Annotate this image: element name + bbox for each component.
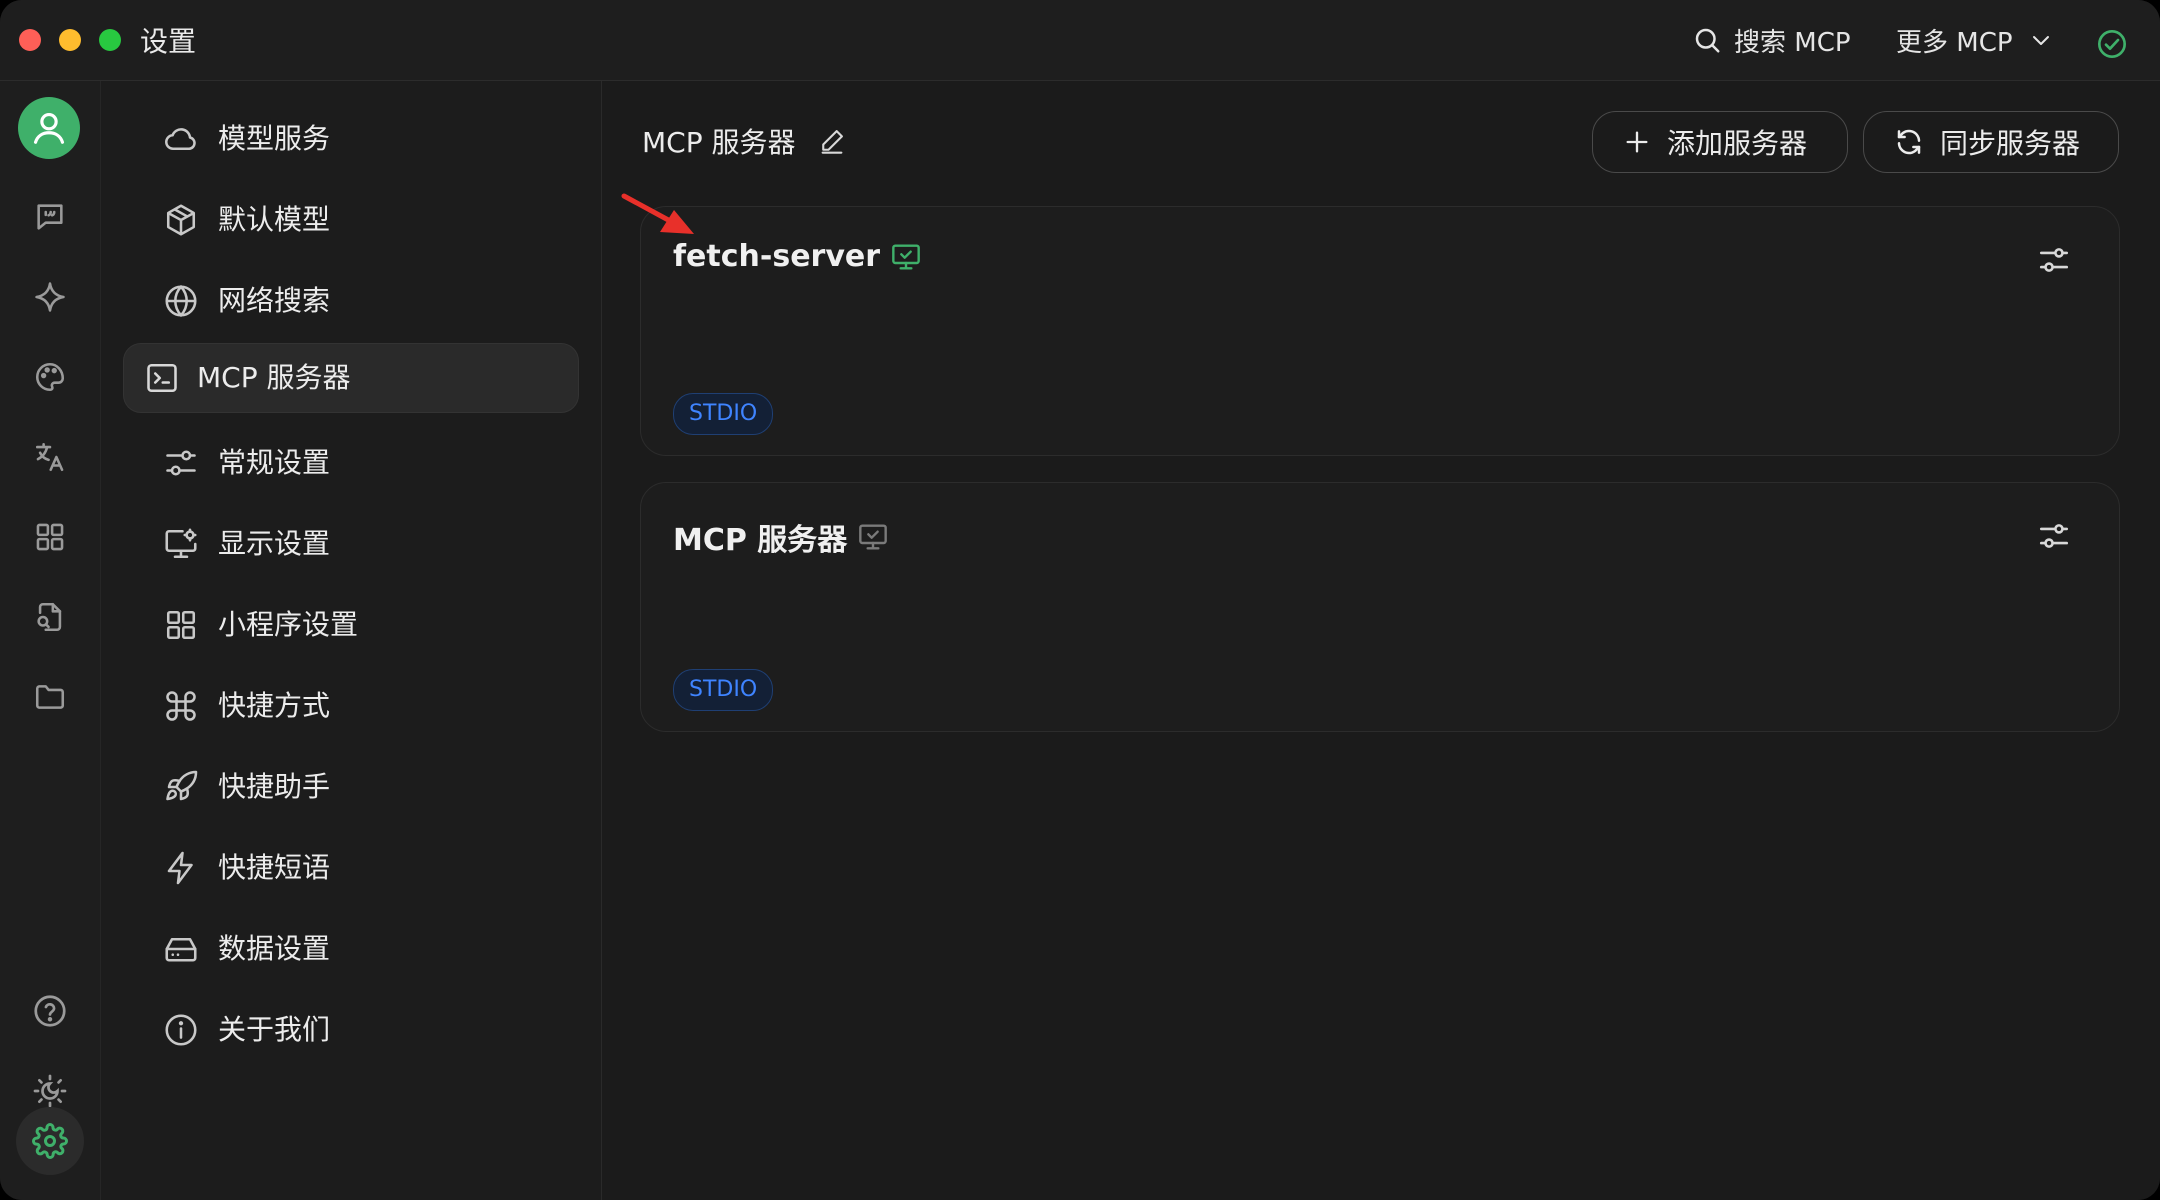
menu-item-default-model[interactable]: 默认模型 — [123, 186, 579, 254]
rail-help-button[interactable] — [20, 981, 80, 1041]
menu-item-data-settings[interactable]: 数据设置 — [123, 915, 579, 983]
rail-translate-button[interactable] — [20, 427, 80, 487]
refresh-icon — [1897, 129, 1921, 155]
menu-item-quick-assistant[interactable]: 快捷助手 — [123, 753, 579, 821]
server-card[interactable]: fetch-server STDIO — [640, 206, 2120, 456]
annotation-arrow-icon — [621, 193, 694, 234]
avatar[interactable] — [18, 97, 80, 159]
app-window: 设置 搜索 MCP 更多 MCP 模型服务 默认模型 网络搜索 MCP 服务器 … — [0, 0, 2160, 1200]
menu-item-general-settings[interactable]: 常规设置 — [123, 429, 579, 497]
menu-item-label: 模型服务 — [218, 122, 331, 155]
rail-chat-button[interactable] — [20, 187, 80, 247]
translate-icon — [35, 442, 64, 472]
menu-item-label: 快捷助手 — [218, 770, 331, 803]
icon-rail — [0, 81, 101, 1200]
menu-item-label: 关于我们 — [218, 1013, 331, 1046]
menu-item-label: 快捷短语 — [218, 851, 331, 884]
monitor-settings-icon — [165, 528, 197, 559]
zoom-window-button[interactable] — [99, 29, 121, 51]
chevron-down-icon — [2032, 36, 2049, 45]
menu-item-web-search[interactable]: 网络搜索 — [123, 267, 579, 335]
server-settings-icon[interactable] — [2037, 519, 2071, 553]
menu-item-miniapp-settings[interactable]: 小程序设置 — [123, 591, 579, 659]
search-mcp-label: 搜索 MCP — [1734, 27, 1851, 58]
user-icon — [33, 112, 65, 144]
rail-apps-button[interactable] — [20, 507, 80, 567]
help-icon — [34, 995, 66, 1027]
monitor-check-icon — [892, 243, 920, 270]
palette-icon — [35, 362, 65, 392]
menu-item-label: MCP 服务器 — [197, 361, 351, 394]
check-circle-icon — [2098, 30, 2126, 58]
menu-item-display-settings[interactable]: 显示设置 — [123, 510, 579, 578]
server-card[interactable]: MCP 服务器 STDIO — [640, 482, 2120, 732]
grid-icon — [166, 610, 196, 640]
menu-item-label: 常规设置 — [218, 446, 331, 479]
server-name-text: fetch-server — [673, 239, 881, 274]
file-search-icon — [37, 602, 62, 632]
rail-paint-button[interactable] — [20, 347, 80, 407]
info-icon — [165, 1014, 197, 1046]
sync-server-button[interactable]: 同步服务器 — [1863, 111, 2119, 173]
search-icon — [1695, 28, 1720, 53]
page-title: MCP 服务器 — [642, 121, 846, 161]
status-indicator[interactable] — [2096, 22, 2128, 66]
sliders-icon — [166, 450, 196, 476]
add-server-label: 添加服务器 — [1667, 127, 1808, 160]
search-mcp-button[interactable]: 搜索 MCP — [1692, 18, 1851, 62]
rocket-icon — [166, 770, 198, 801]
theme-icon — [33, 1074, 67, 1108]
close-window-button[interactable] — [19, 29, 41, 51]
cloud-icon — [165, 128, 196, 151]
window-title: 设置 — [140, 25, 197, 58]
rail-files-button[interactable] — [20, 667, 80, 727]
settings-icon — [32, 1123, 68, 1159]
sparkle-icon — [35, 282, 65, 312]
terminal-icon — [147, 363, 177, 393]
plus-icon — [1626, 131, 1648, 153]
menu-item-label: 数据设置 — [218, 932, 331, 965]
page-title-text: MCP 服务器 — [642, 126, 796, 159]
rail-knowledge-button[interactable] — [20, 587, 80, 647]
menu-item-quick-phrases[interactable]: 快捷短语 — [123, 834, 579, 902]
rail-agents-button[interactable] — [20, 267, 80, 327]
globe-icon — [165, 284, 197, 318]
zap-icon — [167, 851, 193, 885]
menu-item-label: 默认模型 — [218, 203, 331, 236]
edit-icon[interactable] — [818, 127, 846, 155]
monitor-check-icon — [859, 524, 888, 550]
menu-item-label: 网络搜索 — [218, 284, 331, 317]
menu-item-label: 快捷方式 — [218, 689, 331, 722]
menu-item-model-service[interactable]: 模型服务 — [123, 105, 579, 173]
minimize-window-button[interactable] — [59, 29, 81, 51]
cube-icon — [166, 204, 196, 236]
server-name: fetch-server — [673, 239, 922, 274]
folder-icon — [35, 685, 65, 709]
more-mcp-dropdown[interactable]: 更多 MCP — [1896, 18, 2053, 62]
server-name-text: MCP 服务器 — [673, 523, 848, 558]
menu-item-label: 小程序设置 — [218, 608, 359, 641]
server-name: MCP 服务器 — [673, 515, 889, 559]
more-mcp-label: 更多 MCP — [1896, 27, 2013, 58]
settings-menu: 模型服务 默认模型 网络搜索 MCP 服务器 常规设置 显示设置 小程序设置 快… — [101, 81, 602, 1200]
transport-badge: STDIO — [673, 669, 774, 711]
add-server-button[interactable]: 添加服务器 — [1592, 111, 1848, 173]
menu-item-shortcuts[interactable]: 快捷方式 — [123, 672, 579, 740]
menu-item-about[interactable]: 关于我们 — [123, 996, 579, 1064]
rail-settings-button[interactable] — [16, 1107, 84, 1175]
transport-badge: STDIO — [673, 393, 774, 435]
server-settings-icon[interactable] — [2037, 243, 2071, 277]
title-bar: 设置 搜索 MCP 更多 MCP — [0, 0, 2160, 81]
chat-icon — [37, 204, 63, 230]
menu-item-mcp-servers[interactable]: MCP 服务器 — [123, 343, 579, 413]
menu-item-label: 显示设置 — [218, 527, 331, 560]
grid-icon — [36, 523, 64, 551]
sync-server-label: 同步服务器 — [1940, 127, 2081, 160]
hard-drive-icon — [165, 937, 197, 962]
command-icon — [166, 691, 196, 721]
main-content: MCP 服务器 添加服务器 同步服务器 fetch-server STDIO M… — [602, 81, 2160, 1200]
